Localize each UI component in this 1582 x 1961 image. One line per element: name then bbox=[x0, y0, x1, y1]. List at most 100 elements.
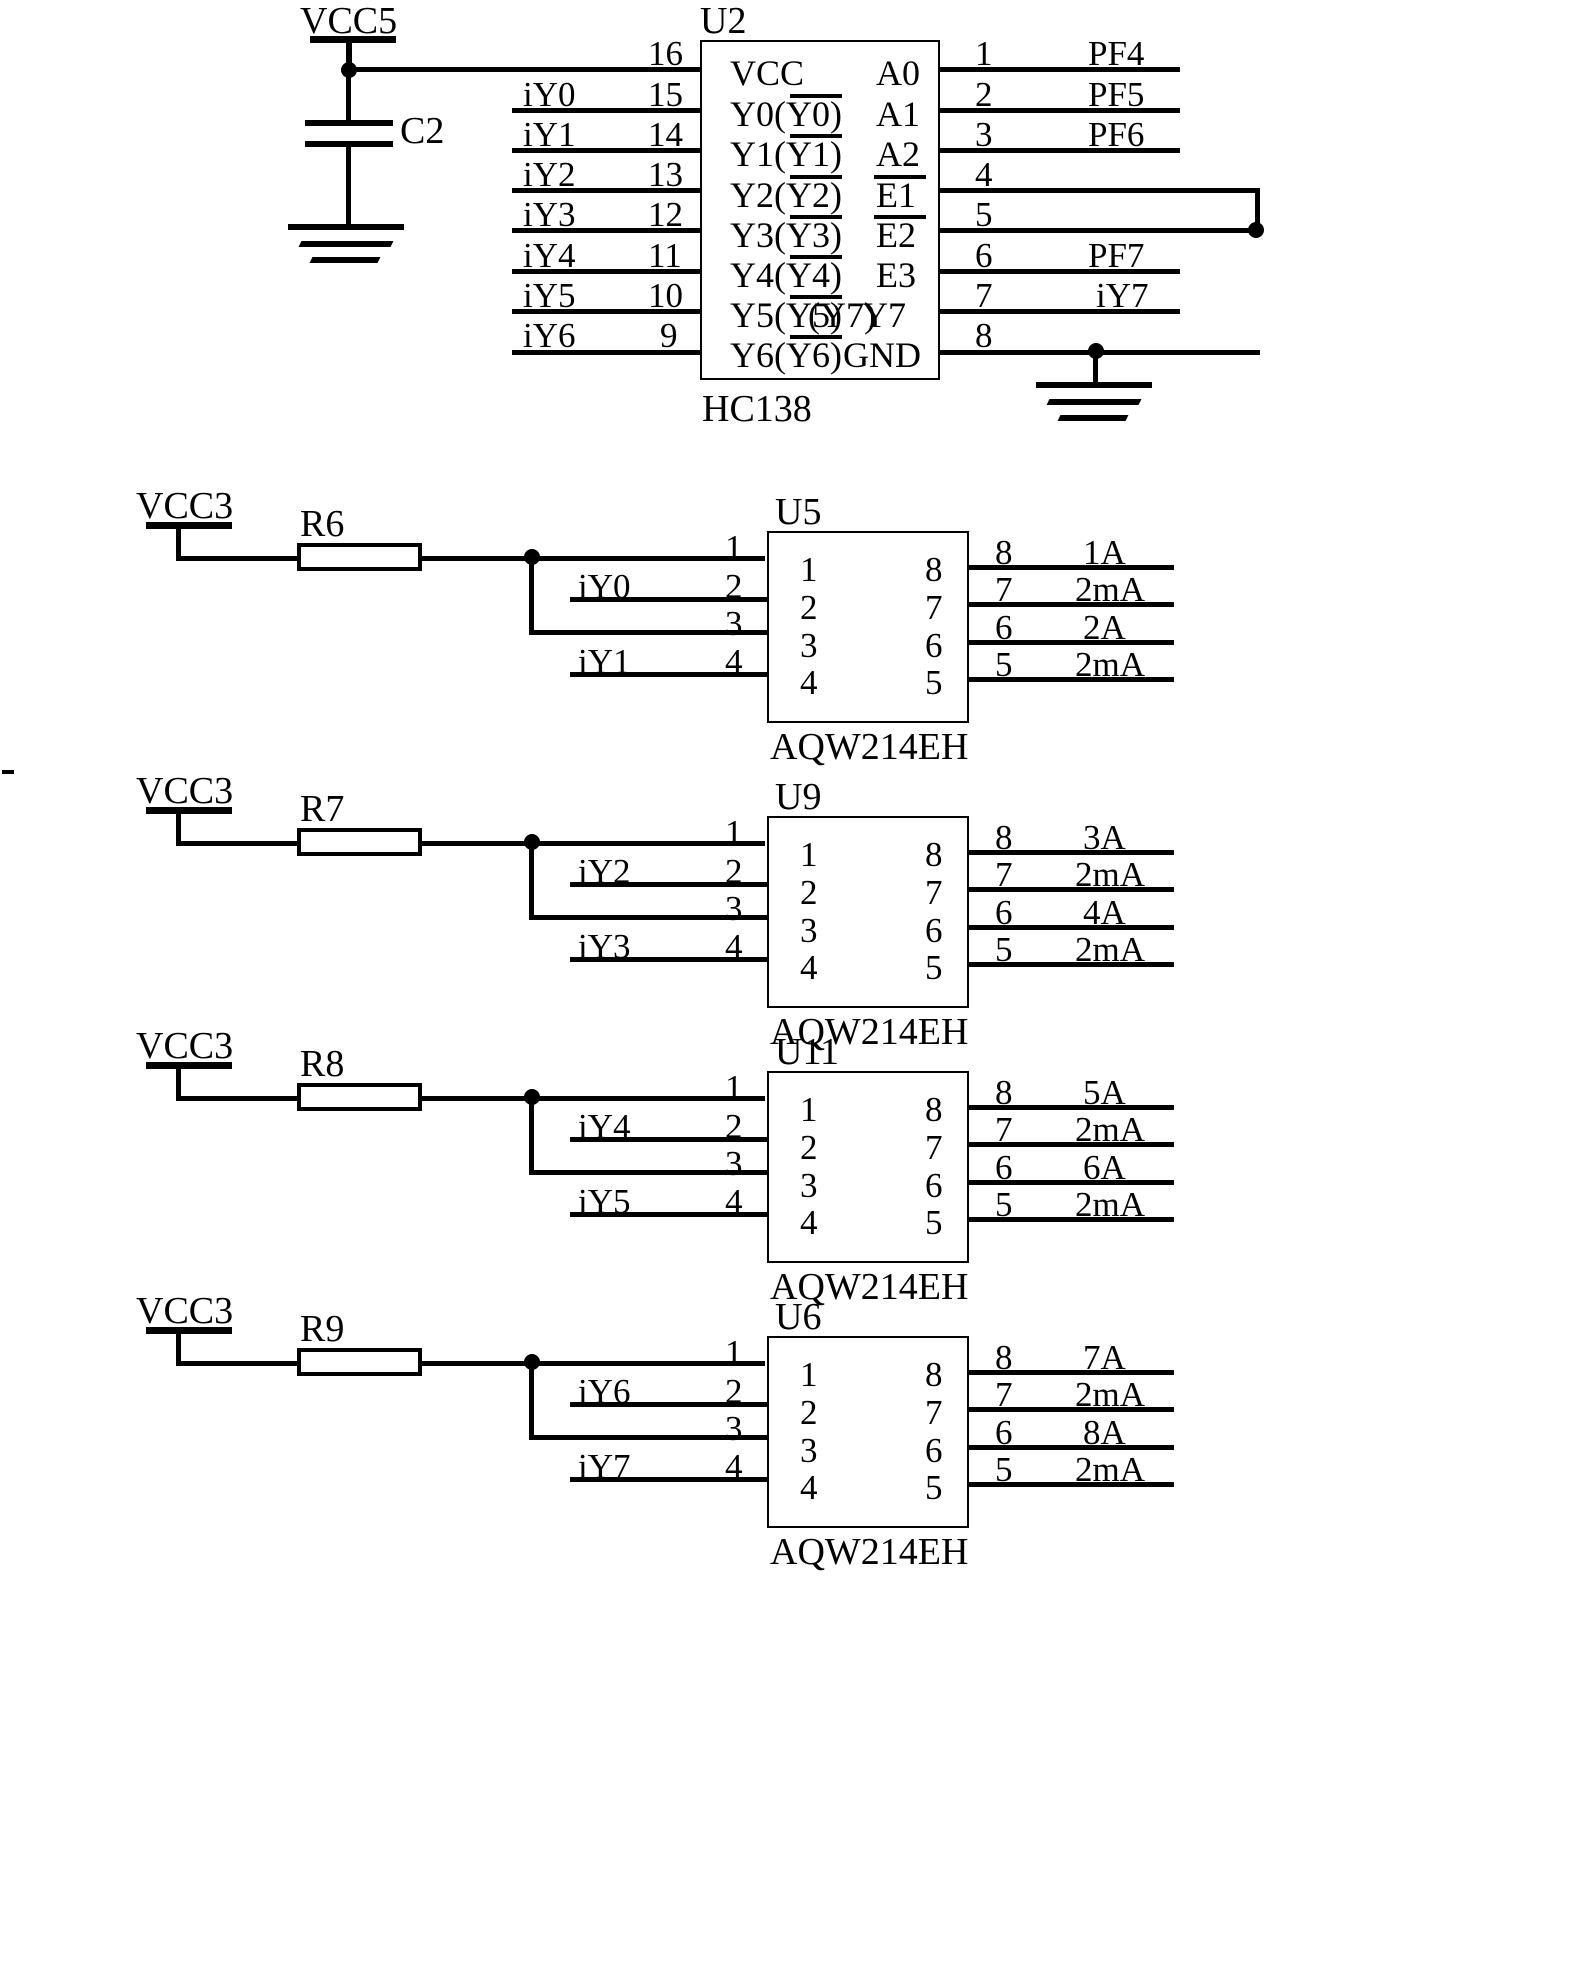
relay-3-inner-pin-7: 7 bbox=[925, 1393, 943, 1432]
relay-0-in-pinnum-1: 1 bbox=[725, 528, 743, 567]
u2-gnd-drop bbox=[1093, 352, 1098, 384]
relay-1-inner-pin-5: 5 bbox=[925, 948, 943, 987]
relay-3-vcc-label: VCC3 bbox=[136, 1290, 234, 1332]
ground-bar-2 bbox=[298, 241, 394, 247]
relay-3-vcc-bar bbox=[146, 1327, 232, 1334]
relay-2-in-pinnum-4: 4 bbox=[725, 1182, 743, 1221]
relay-1-out-signal-5: 2mA bbox=[1075, 930, 1145, 969]
relay-2-out-signal-8: 5A bbox=[1083, 1073, 1126, 1112]
relay-3-in-pinnum-3: 3 bbox=[725, 1409, 743, 1448]
capacitor-label: C2 bbox=[400, 110, 445, 152]
u2-right-pin-number-2: 2 bbox=[975, 75, 993, 114]
u2-overbar-e2 bbox=[874, 215, 926, 219]
u2-net-iy0: iY0 bbox=[523, 75, 576, 114]
relay-1-out-pinnum-7: 7 bbox=[995, 855, 1013, 894]
u2-pinname-a0: A0 bbox=[876, 53, 920, 93]
relay-3-resistor-body[interactable] bbox=[297, 1348, 422, 1376]
relay-0-out-signal-7: 2mA bbox=[1075, 570, 1145, 609]
cap-bottom-lead bbox=[346, 147, 351, 225]
relay-0-in-pinnum-3: 3 bbox=[725, 604, 743, 643]
relay-0-inner-pin-4: 4 bbox=[800, 663, 818, 702]
relay-3-inner-pin-8: 8 bbox=[925, 1355, 943, 1394]
relay-0-out-signal-6: 2A bbox=[1083, 608, 1126, 647]
relay-2-inner-pin-2: 2 bbox=[800, 1128, 818, 1167]
relay-2-inner-pin-7: 7 bbox=[925, 1128, 943, 1167]
relay-2-out-pinnum-5: 5 bbox=[995, 1185, 1013, 1224]
relay-1-in-pinnum-4: 4 bbox=[725, 927, 743, 966]
relay-3-out-signal-6: 8A bbox=[1083, 1413, 1126, 1452]
relay-0-resistor-label: R6 bbox=[300, 503, 345, 545]
relay-2-vcc-bar bbox=[146, 1062, 232, 1069]
relay-2-branch-down bbox=[529, 1096, 534, 1173]
relay-0-branch-down bbox=[529, 556, 534, 633]
u2-net-iy5: iY5 bbox=[523, 276, 576, 315]
u2-pinname-e2: E2 bbox=[876, 215, 916, 255]
relay-0-inner-pin-8: 8 bbox=[925, 550, 943, 589]
u2-net-pf4: PF4 bbox=[1088, 34, 1145, 73]
relay-2-inner-pin-4: 4 bbox=[800, 1203, 818, 1242]
u2-overbar-y6 bbox=[790, 335, 842, 339]
relay-0-part-label: AQW214EH bbox=[770, 726, 969, 768]
u2-overbar-y3 bbox=[790, 215, 842, 219]
relay-3-out-signal-8: 7A bbox=[1083, 1338, 1126, 1377]
relay-3-out-pinnum-6: 6 bbox=[995, 1413, 1013, 1452]
relay-1-in-pinnum-3: 3 bbox=[725, 889, 743, 928]
relay-3-vcc-run bbox=[176, 1361, 301, 1366]
relay-3-in-pinnum-2: 2 bbox=[725, 1372, 743, 1411]
relay-0-inner-pin-3: 3 bbox=[800, 626, 818, 665]
relay-0-inner-pin-1: 1 bbox=[800, 550, 818, 589]
relay-3-inner-pin-3: 3 bbox=[800, 1431, 818, 1470]
relay-0-resistor-body[interactable] bbox=[297, 543, 422, 571]
u2-pinname-y2: Y2(Y2) bbox=[730, 175, 842, 215]
relay-3-refdes: U6 bbox=[775, 1296, 822, 1338]
relay-3-in-signal-2: iY6 bbox=[578, 1372, 631, 1411]
relay-2-out-pinnum-8: 8 bbox=[995, 1073, 1013, 1112]
relay-0-inner-pin-6: 6 bbox=[925, 626, 943, 665]
u2-right-pin-number-5: 5 bbox=[975, 195, 993, 234]
relay-2-inner-pin-3: 3 bbox=[800, 1166, 818, 1205]
u2-pinname-y0: Y0(Y0) bbox=[730, 94, 842, 134]
relay-1-resistor-body[interactable] bbox=[297, 828, 422, 856]
u2-pinname-y1: Y1(Y1) bbox=[730, 134, 842, 174]
relay-1-vcc-run bbox=[176, 841, 301, 846]
relay-2-vcc-drop bbox=[176, 1064, 181, 1098]
stray-tick-mark bbox=[2, 770, 14, 774]
relay-2-resistor-body[interactable] bbox=[297, 1083, 422, 1111]
vcc5-rail-bar bbox=[310, 36, 396, 43]
relay-0-out-signal-8: 1A bbox=[1083, 533, 1126, 572]
u2-net-iy7: iY7 bbox=[1096, 276, 1149, 315]
relay-0-inner-pin-2: 2 bbox=[800, 588, 818, 627]
relay-1-out-pinnum-6: 6 bbox=[995, 893, 1013, 932]
relay-2-resistor-label: R8 bbox=[300, 1043, 345, 1085]
relay-3-in-pinnum-4: 4 bbox=[725, 1447, 743, 1486]
u2-pinname-e1: E1 bbox=[876, 175, 916, 215]
relay-2-out-signal-7: 2mA bbox=[1075, 1110, 1145, 1149]
relay-0-vcc-label: VCC3 bbox=[136, 485, 234, 527]
u2-pin-number-14: 14 bbox=[648, 115, 683, 154]
relay-0-vcc-bar bbox=[146, 522, 232, 529]
cap-top-lead bbox=[346, 70, 351, 122]
u2-part-label: HC138 bbox=[702, 388, 812, 430]
relay-1-inner-pin-7: 7 bbox=[925, 873, 943, 912]
relay-1-inner-pin-8: 8 bbox=[925, 835, 943, 874]
relay-3-inner-pin-2: 2 bbox=[800, 1393, 818, 1432]
relay-0-in-signal-2: iY0 bbox=[578, 567, 631, 606]
u2-pin-number-13: 13 bbox=[648, 155, 683, 194]
relay-2-in-pinnum-3: 3 bbox=[725, 1144, 743, 1183]
relay-2-out-signal-6: 6A bbox=[1083, 1148, 1126, 1187]
relay-3-part-label: AQW214EH bbox=[770, 1531, 969, 1573]
capacitor-plate-top bbox=[305, 120, 393, 126]
relay-2-vcc-label: VCC3 bbox=[136, 1025, 234, 1067]
relay-2-inner-pin-1: 1 bbox=[800, 1090, 818, 1129]
relay-1-inner-pin-2: 2 bbox=[800, 873, 818, 912]
relay-0-vcc-run bbox=[176, 556, 301, 561]
relay-3-inner-pin-5: 5 bbox=[925, 1468, 943, 1507]
relay-1-branch-down bbox=[529, 841, 534, 918]
relay-3-resistor-label: R9 bbox=[300, 1308, 345, 1350]
u2-overbar-e1 bbox=[874, 175, 926, 179]
relay-0-in-pinnum-4: 4 bbox=[725, 642, 743, 681]
relay-3-out-pinnum-7: 7 bbox=[995, 1375, 1013, 1414]
u2-pin-number-11: 11 bbox=[648, 236, 682, 275]
u2-pinname-y3: Y3(Y3) bbox=[730, 215, 842, 255]
u2-pinname-y4: Y4(Y4) bbox=[730, 255, 842, 295]
